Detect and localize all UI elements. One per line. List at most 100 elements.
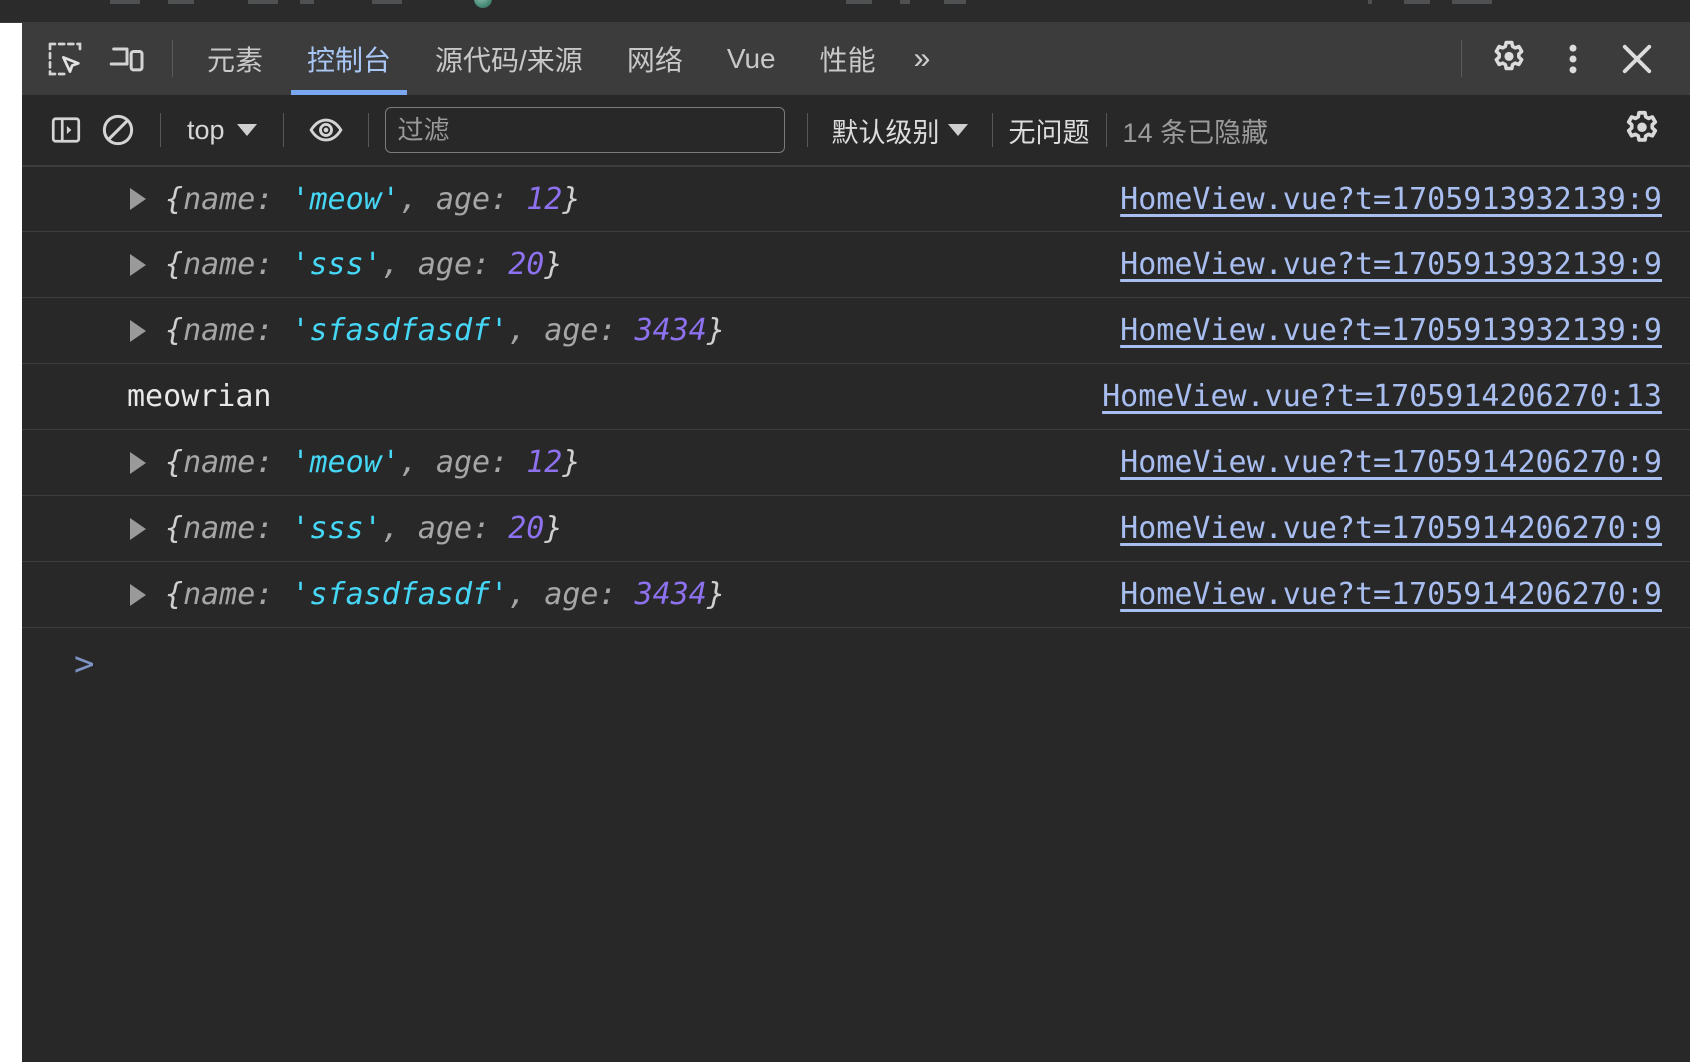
token-str: 'sfasdfasdf' xyxy=(291,313,508,348)
token-punc: : xyxy=(255,445,291,480)
expand-object-arrow-icon[interactable] xyxy=(130,518,146,540)
console-filter-input[interactable] xyxy=(385,107,785,153)
device-toolbar-icon xyxy=(107,39,147,79)
source-location-link[interactable]: HomeView.vue?t=1705914206270:13 xyxy=(1102,379,1662,414)
live-expression-button[interactable] xyxy=(300,104,352,156)
tab-console[interactable]: 控制台 xyxy=(285,22,413,95)
prompt-chevron-icon: > xyxy=(74,647,94,681)
token-brace: { xyxy=(165,313,183,348)
close-icon xyxy=(1616,38,1658,80)
toolbar-divider-1 xyxy=(160,113,161,147)
token-punc: , xyxy=(508,577,544,612)
source-location-link[interactable]: HomeView.vue?t=1705914206270:9 xyxy=(1120,511,1662,546)
token-brace: } xyxy=(562,445,580,480)
chevron-down-icon xyxy=(237,124,257,136)
token-punc: : xyxy=(599,313,635,348)
token-key: name xyxy=(183,313,255,348)
message-text: meowrian xyxy=(127,379,272,414)
tabbar-left-controls xyxy=(22,22,185,95)
object-preview: {name: 'meow', age: 12} xyxy=(127,182,580,217)
source-location-link[interactable]: HomeView.vue?t=1705913932139:9 xyxy=(1120,313,1662,348)
token-punc: : xyxy=(255,313,291,348)
hidden-messages-count: 14 条已隐藏 xyxy=(1123,111,1269,150)
object-preview: {name: 'sss', age: 20} xyxy=(127,247,562,282)
token-punc: : xyxy=(490,182,526,217)
token-key: name xyxy=(183,445,255,480)
token-punc: , xyxy=(400,445,436,480)
tab-vue-label: Vue xyxy=(727,43,776,75)
token-num: 3434 xyxy=(635,313,707,348)
issues-status[interactable]: 无问题 xyxy=(1009,111,1090,150)
source-location-link[interactable]: HomeView.vue?t=1705914206270:9 xyxy=(1120,445,1662,480)
console-prompt-row[interactable]: > xyxy=(22,628,1690,700)
devtools-more-options-button[interactable] xyxy=(1544,30,1602,88)
tab-elements[interactable]: 元素 xyxy=(185,22,285,95)
tab-network[interactable]: 网络 xyxy=(605,22,705,95)
token-key: age xyxy=(436,445,490,480)
token-brace: { xyxy=(165,445,183,480)
console-sidebar-icon xyxy=(48,112,84,148)
token-punc: : xyxy=(490,445,526,480)
token-num: 12 xyxy=(526,445,562,480)
token-str: 'sss' xyxy=(291,511,381,546)
token-str: 'meow' xyxy=(291,445,399,480)
console-message-row[interactable]: {name: 'meow', age: 12} HomeView.vue?t=17… xyxy=(22,430,1690,496)
token-key: age xyxy=(544,577,598,612)
expand-object-arrow-icon[interactable] xyxy=(130,320,146,342)
object-preview: {name: 'meow', age: 12} xyxy=(127,445,580,480)
tab-sources-label: 源代码/来源 xyxy=(435,39,583,79)
expand-object-arrow-icon[interactable] xyxy=(130,584,146,606)
tab-vue[interactable]: Vue xyxy=(705,22,798,95)
tabbar-divider-1 xyxy=(172,40,173,77)
more-tabs-button[interactable]: » xyxy=(898,22,947,95)
token-str: 'sss' xyxy=(291,247,381,282)
token-punc: : xyxy=(255,247,291,282)
tabbar-right-controls xyxy=(1449,22,1690,95)
console-settings-button[interactable] xyxy=(1616,104,1668,156)
console-message-row[interactable]: {name: 'meow', age: 12} HomeView.vue?t=17… xyxy=(22,166,1690,232)
console-prompt-input[interactable] xyxy=(112,646,1690,682)
token-punc: : xyxy=(599,577,635,612)
chevron-double-right-icon: » xyxy=(914,42,931,76)
token-brace: } xyxy=(707,577,725,612)
inspect-element-icon xyxy=(45,39,85,79)
device-toolbar-button[interactable] xyxy=(98,30,156,88)
console-message-row[interactable]: {name: 'sss', age: 20}HomeView.vue?t=170… xyxy=(22,496,1690,562)
console-message-list: {name: 'meow', age: 12}HomeView.vue?t=17… xyxy=(22,166,1690,1062)
console-message-row[interactable]: {name: 'sfasdfasdf', age: 3434}HomeView.… xyxy=(22,298,1690,364)
page-content-bleed-strip xyxy=(0,0,1690,23)
clear-console-button[interactable] xyxy=(92,104,144,156)
close-devtools-button[interactable] xyxy=(1608,30,1666,88)
tab-performance[interactable]: 性能 xyxy=(798,22,898,95)
source-location-link[interactable]: HomeView.vue?t=1705913932139:9 xyxy=(1120,247,1662,282)
console-message-row[interactable]: meowrian HomeView.vue?t=1705914206270:13 xyxy=(22,364,1690,430)
execution-context-selector[interactable]: top xyxy=(177,111,267,150)
more-options-icon xyxy=(1553,39,1593,79)
token-punc: : xyxy=(472,511,508,546)
object-preview: {name: 'sfasdfasdf', age: 3434} xyxy=(127,577,725,612)
console-sidebar-toggle-button[interactable] xyxy=(40,104,92,156)
inspect-element-button[interactable] xyxy=(36,30,94,88)
token-brace: } xyxy=(544,247,562,282)
tab-sources[interactable]: 源代码/来源 xyxy=(413,22,605,95)
token-brace: } xyxy=(544,511,562,546)
token-key: age xyxy=(418,247,472,282)
log-level-selector[interactable]: 默认级别 xyxy=(824,107,976,154)
source-location-link[interactable]: HomeView.vue?t=1705914206270:9 xyxy=(1120,577,1662,612)
console-message-row[interactable]: {name: 'sfasdfasdf', age: 3434} HomeView.… xyxy=(22,562,1690,628)
token-punc: : xyxy=(255,182,291,217)
expand-object-arrow-icon[interactable] xyxy=(130,188,146,210)
toolbar-divider-6 xyxy=(1106,113,1107,147)
expand-object-arrow-icon[interactable] xyxy=(130,254,146,276)
token-key: name xyxy=(183,182,255,217)
expand-object-arrow-icon[interactable] xyxy=(130,452,146,474)
token-key: name xyxy=(183,577,255,612)
devtools-settings-button[interactable] xyxy=(1480,30,1538,88)
toolbar-divider-2 xyxy=(283,113,284,147)
token-num: 20 xyxy=(508,247,544,282)
console-message-row[interactable]: {name: 'sss', age: 20} HomeView.vue?t=170… xyxy=(22,232,1690,298)
execution-context-label: top xyxy=(187,115,225,146)
token-brace: { xyxy=(165,577,183,612)
source-location-link[interactable]: HomeView.vue?t=1705913932139:9 xyxy=(1120,182,1662,217)
token-brace: { xyxy=(165,511,183,546)
